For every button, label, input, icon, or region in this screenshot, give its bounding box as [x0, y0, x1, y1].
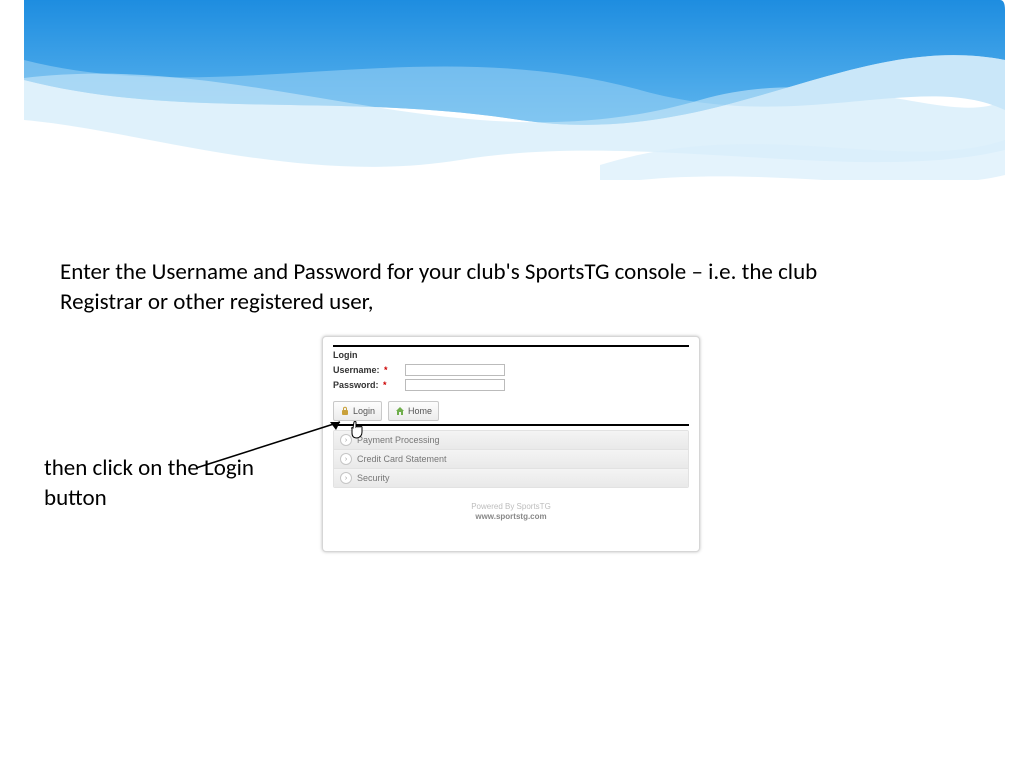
chevron-icon: ›	[340, 453, 352, 465]
accordion-item[interactable]: › Payment Processing	[334, 431, 688, 449]
chevron-icon: ›	[340, 434, 352, 446]
accordion: › Payment Processing › Credit Card State…	[333, 430, 689, 488]
home-button-label: Home	[408, 406, 432, 416]
password-label-text: Password:	[333, 380, 379, 390]
username-label: Username: *	[333, 365, 405, 375]
accordion-item-label: Credit Card Statement	[357, 454, 447, 464]
username-row: Username: *	[333, 364, 689, 376]
instruction-text-1: Enter the Username and Password for your…	[60, 258, 880, 318]
login-heading: Login	[333, 350, 689, 360]
password-input[interactable]	[405, 379, 505, 391]
lock-icon	[340, 406, 350, 416]
accordion-item-label: Payment Processing	[357, 435, 440, 445]
header-wave-graphic	[0, 0, 1024, 180]
instruction-text-2: then click on the Login button	[44, 454, 264, 514]
divider	[333, 345, 689, 347]
required-marker: *	[381, 380, 387, 390]
accordion-item[interactable]: › Credit Card Statement	[334, 449, 688, 468]
accordion-item-label: Security	[357, 473, 390, 483]
login-button[interactable]: Login	[333, 401, 382, 421]
password-label: Password: *	[333, 380, 405, 390]
button-row: Login Home	[333, 401, 689, 421]
username-input[interactable]	[405, 364, 505, 376]
home-icon	[395, 406, 405, 416]
password-row: Password: *	[333, 379, 689, 391]
login-screenshot-panel: Login Username: * Password: * Login Home	[322, 336, 700, 552]
home-button[interactable]: Home	[388, 401, 439, 421]
login-button-label: Login	[353, 406, 375, 416]
username-label-text: Username:	[333, 365, 380, 375]
footer: Powered By SportsTG www.sportstg.com	[333, 502, 689, 521]
footer-url: www.sportstg.com	[333, 512, 689, 522]
chevron-icon: ›	[340, 472, 352, 484]
required-marker: *	[382, 365, 388, 375]
accordion-item[interactable]: › Security	[334, 468, 688, 487]
footer-powered: Powered By SportsTG	[333, 502, 689, 512]
divider	[333, 424, 689, 426]
